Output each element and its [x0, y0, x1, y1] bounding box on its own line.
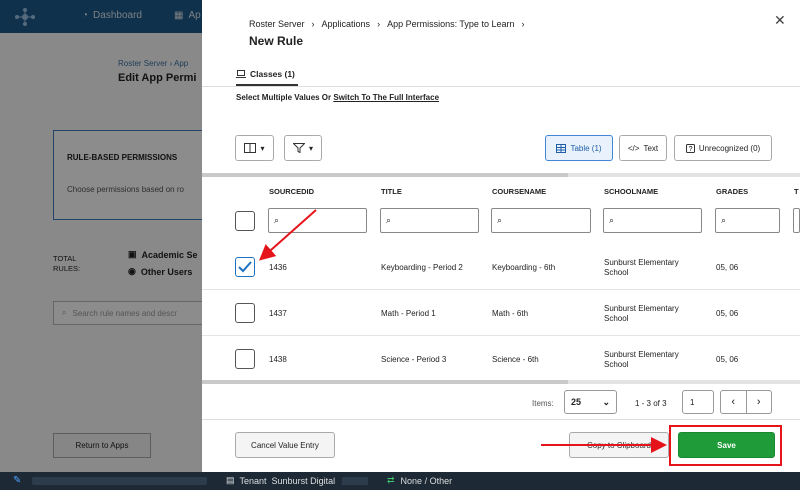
column-header-schoolname[interactable]: SCHOOLNAME	[604, 187, 658, 196]
swap-arrows-icon: ⇄	[387, 475, 395, 485]
column-header-title[interactable]: TITLE	[381, 187, 402, 196]
search-icon: ⌕	[274, 215, 280, 225]
columns-toggle-button[interactable]: ▾	[235, 135, 274, 161]
page-title: New Rule	[249, 34, 304, 48]
close-icon[interactable]: ✕	[774, 12, 786, 29]
table-row[interactable]: 1438 Science - Period 3 Science - 6th Su…	[202, 336, 800, 382]
select-all-checkbox[interactable]	[235, 211, 255, 231]
filter-coursename-input[interactable]: ⌕	[491, 208, 591, 233]
selection-hint: Select Multiple Values Or Switch To The …	[236, 93, 440, 102]
filter-next-input[interactable]	[793, 208, 800, 233]
laptop-icon	[236, 70, 246, 78]
copy-to-clipboard-button[interactable]: Copy to Clipboard	[569, 432, 669, 458]
chevron-down-icon: ▾	[308, 143, 313, 153]
redacted-text	[342, 477, 368, 485]
search-icon: ⌕	[721, 215, 727, 225]
filter-icon	[292, 143, 305, 153]
new-rule-panel: Roster Server › Applications › App Permissio…	[202, 0, 800, 472]
page-size-select[interactable]: 25 ⌄	[564, 390, 617, 414]
table-row[interactable]: 1437 Math - Period 1 Math - 6th Sunburst…	[202, 290, 800, 336]
scrollbar-thumb[interactable]	[202, 380, 568, 384]
status-bar: ✎ ▤ Tenant Sunburst Digital ⇄ None / Oth…	[0, 472, 800, 490]
unrecognized-view-button[interactable]: ? Unrecognized (0)	[674, 135, 772, 161]
breadcrumb-item[interactable]: Applications	[322, 19, 371, 29]
code-icon: </>	[627, 143, 640, 153]
table-view-button[interactable]: Table (1)	[545, 135, 613, 161]
horizontal-scrollbar[interactable]	[202, 173, 800, 177]
filter-grades-input[interactable]: ⌕	[715, 208, 780, 233]
cell-coursename: Science - 6th	[492, 355, 539, 364]
chevron-down-icon: ▾	[260, 143, 265, 153]
tenant-indicator[interactable]: ▤ Tenant Sunburst Digital	[226, 475, 335, 486]
search-icon: ⌕	[386, 215, 392, 225]
cell-title: Math - Period 1	[381, 309, 436, 318]
row-checkbox[interactable]	[235, 349, 255, 369]
scrollbar-thumb[interactable]	[202, 173, 568, 177]
breadcrumb: Roster Server › Applications › App Permissio…	[249, 19, 531, 29]
cell-title: Science - Period 3	[381, 355, 447, 364]
cell-schoolname: Sunburst Elementary School	[604, 350, 679, 369]
text-view-button[interactable]: </> Text	[619, 135, 667, 161]
search-icon: ⌕	[497, 215, 503, 225]
table-icon	[556, 143, 567, 153]
cell-sourcedid: 1437	[269, 309, 287, 318]
filter-schoolname-input[interactable]: ⌕	[603, 208, 702, 233]
cell-coursename: Math - 6th	[492, 309, 529, 318]
chevron-right-icon: ›	[521, 19, 525, 29]
tab-classes[interactable]: Classes (1)	[236, 69, 295, 79]
breadcrumb-item[interactable]: App Permissions: Type to Learn	[387, 19, 514, 29]
svg-text:?: ?	[688, 146, 692, 153]
breadcrumb-item[interactable]: Roster Server	[249, 19, 305, 29]
column-header-next[interactable]: T	[794, 187, 799, 196]
edit-icon[interactable]: ✎	[13, 475, 21, 486]
cell-coursename: Keyboarding - 6th	[492, 263, 556, 272]
chevron-right-icon: ›	[311, 19, 315, 29]
column-header-sourcedid[interactable]: SOURCEDID	[269, 187, 314, 196]
cell-title: Keyboarding - Period 2	[381, 263, 463, 272]
cell-sourcedid: 1436	[269, 263, 287, 272]
row-checkbox[interactable]	[235, 303, 255, 323]
cell-schoolname: Sunburst Elementary School	[604, 304, 679, 323]
page-range: 1 - 3 of 3	[635, 399, 667, 408]
cell-grades: 05, 06	[716, 355, 739, 364]
columns-icon	[244, 143, 257, 153]
items-label: Items:	[532, 399, 554, 408]
chevron-right-icon: ›	[756, 396, 761, 408]
cell-grades: 05, 06	[716, 263, 739, 272]
cell-sourcedid: 1438	[269, 355, 287, 364]
checkmark-icon	[238, 261, 252, 273]
pagination-nav: ‹ ›	[720, 390, 772, 414]
column-header-grades[interactable]: GRADES	[716, 187, 748, 196]
filter-title-input[interactable]: ⌕	[380, 208, 479, 233]
chevron-right-icon: ›	[377, 19, 381, 29]
redacted-text	[32, 477, 207, 485]
chevron-left-icon: ‹	[731, 396, 736, 408]
page-number-input[interactable]: 1	[682, 390, 714, 414]
filter-sourcedid-input[interactable]: ⌕	[268, 208, 367, 233]
id-card-icon: ▤	[226, 475, 235, 485]
previous-page-button[interactable]: ‹	[721, 391, 747, 413]
column-header-coursename[interactable]: COURSENAME	[492, 187, 546, 196]
row-checkbox[interactable]	[235, 257, 255, 277]
cell-schoolname: Sunburst Elementary School	[604, 258, 679, 277]
divider	[202, 419, 800, 420]
annotation-highlight-box	[669, 425, 782, 466]
search-icon: ⌕	[609, 215, 615, 225]
question-icon: ?	[685, 143, 695, 153]
cell-grades: 05, 06	[716, 309, 739, 318]
table-row[interactable]: 1436 Keyboarding - Period 2 Keyboarding …	[202, 244, 800, 290]
next-page-button[interactable]: ›	[747, 391, 772, 413]
context-indicator[interactable]: ⇄ None / Other	[387, 475, 452, 486]
chevron-down-icon: ⌄	[602, 396, 610, 407]
divider	[202, 86, 800, 87]
horizontal-scrollbar[interactable]	[202, 380, 800, 384]
filter-button[interactable]: ▾	[284, 135, 322, 161]
switch-full-interface-link[interactable]: Switch To The Full Interface	[333, 93, 439, 102]
cancel-value-entry-button[interactable]: Cancel Value Entry	[235, 432, 335, 458]
